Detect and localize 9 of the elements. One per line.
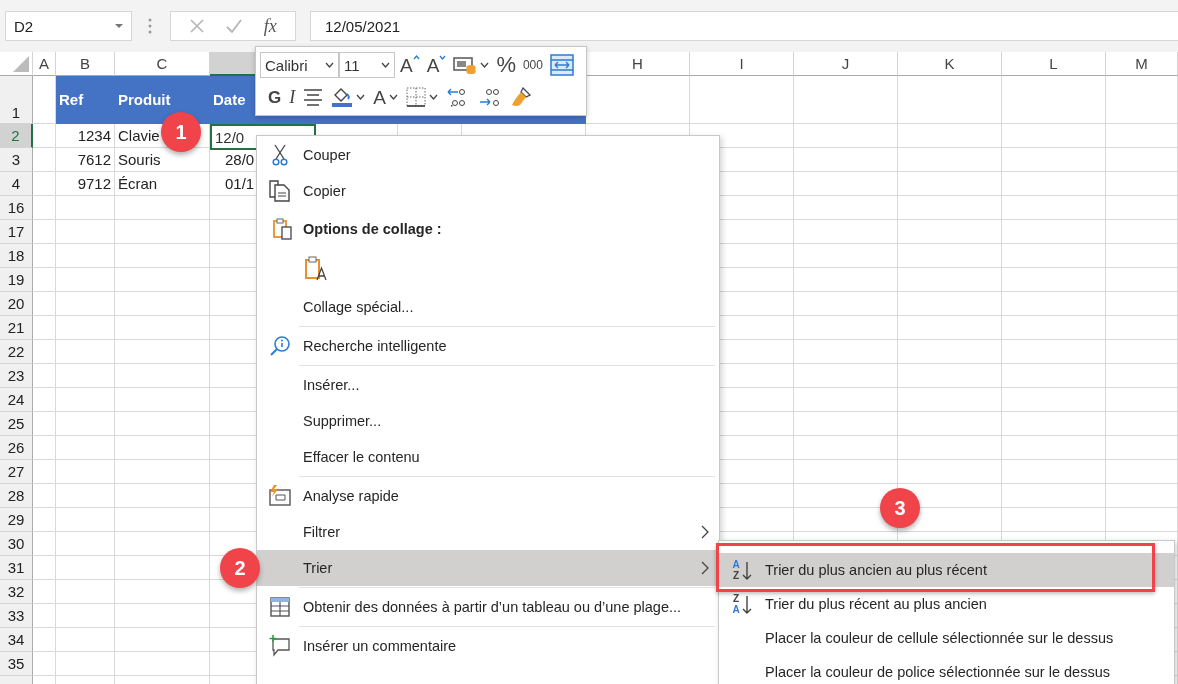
step-badge: 1 bbox=[161, 112, 201, 152]
step-badge: 2 bbox=[220, 548, 260, 588]
header-cell: Ref bbox=[56, 76, 115, 124]
table-cell: 7612 bbox=[56, 148, 115, 172]
table-cell: 9712 bbox=[56, 172, 115, 196]
table-cell: 1234 bbox=[56, 124, 115, 148]
table-cell: Écran bbox=[115, 172, 210, 196]
step-badge: 3 bbox=[880, 488, 920, 528]
menu-heading: Options de collage : bbox=[257, 209, 719, 249]
